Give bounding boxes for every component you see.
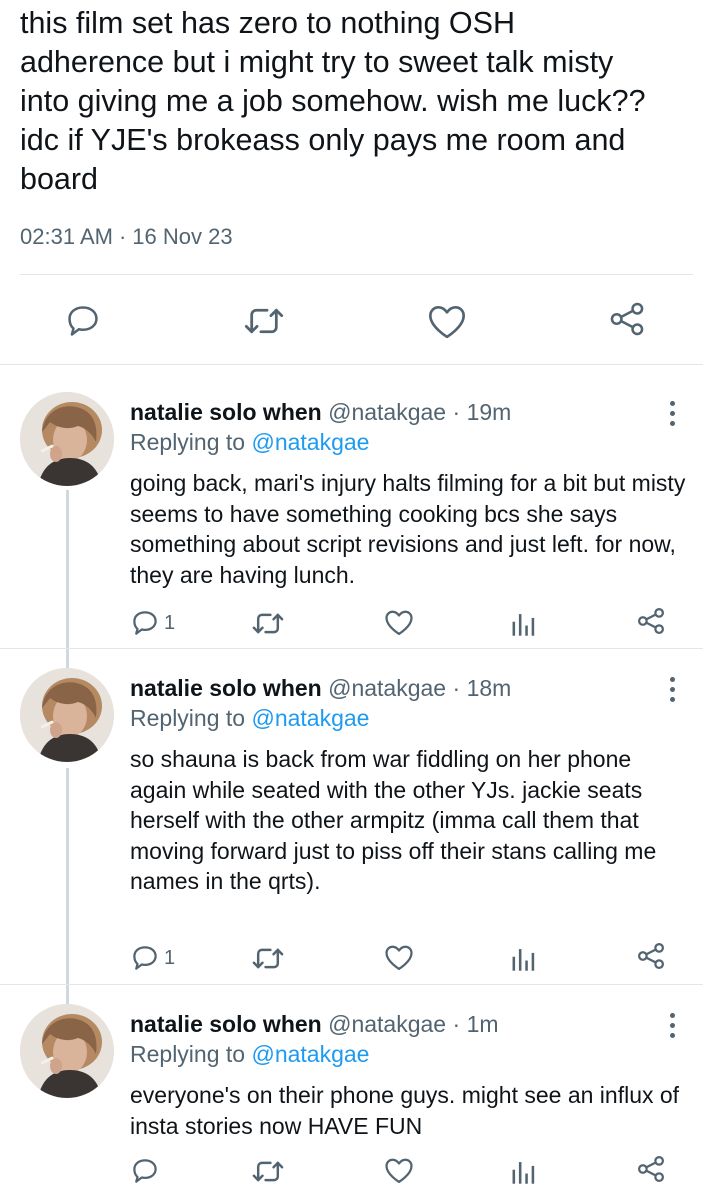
tweet-timestamp: 02:31 AM · 16 Nov 23 — [20, 224, 233, 250]
display-name[interactable]: natalie solo when — [130, 675, 322, 701]
analytics-button[interactable] — [511, 944, 537, 972]
like-icon — [429, 306, 465, 339]
reply-icon — [68, 306, 98, 336]
avatar-image — [20, 668, 114, 762]
avatar[interactable] — [20, 1004, 114, 1098]
reply-icon — [133, 1159, 157, 1183]
reply-count: 1 — [164, 611, 176, 634]
analytics-button[interactable] — [511, 609, 537, 637]
user-handle[interactable]: @natakgae — [328, 675, 446, 701]
like-icon — [385, 945, 413, 970]
divider — [20, 274, 693, 275]
replying-prefix: Replying to — [130, 705, 246, 731]
reply-time[interactable]: 19m — [467, 399, 512, 425]
replying-to-link[interactable]: @natakgae — [251, 429, 369, 455]
avatar[interactable] — [20, 392, 114, 486]
share-button[interactable] — [636, 1154, 666, 1184]
reply-icon — [133, 611, 157, 635]
replying-to: Replying to @natakgae — [130, 1041, 369, 1068]
tweet-date: 16 Nov 23 — [132, 224, 233, 249]
more-options-button[interactable] — [662, 398, 682, 432]
more-options-button[interactable] — [662, 674, 682, 708]
user-handle[interactable]: @natakgae — [328, 1011, 446, 1037]
like-button[interactable] — [384, 608, 414, 636]
share-button[interactable] — [636, 941, 666, 971]
retweet-button[interactable] — [244, 304, 284, 338]
retweet-icon — [252, 613, 284, 634]
retweet-icon — [252, 948, 284, 969]
header-separator: · — [452, 399, 461, 425]
user-handle[interactable]: @natakgae — [328, 399, 446, 425]
like-icon — [385, 1158, 413, 1183]
reply-button[interactable]: 1 — [130, 608, 175, 638]
tweet-text: this film set has zero to nothing OSH ad… — [20, 6, 646, 196]
reply-tweet[interactable]: natalie solo when @natakgae · 1m Replyin… — [0, 1004, 703, 1200]
reply-header: natalie solo when @natakgae · 1m — [130, 1010, 499, 1038]
reply-text: everyone's on their phone guys. might se… — [130, 1082, 680, 1139]
like-icon — [385, 610, 413, 635]
reply-button[interactable] — [64, 302, 102, 340]
reply-text: going back, mari's injury halts filming … — [130, 470, 686, 588]
tweet-action-bar — [0, 298, 703, 342]
retweet-icon — [244, 308, 284, 334]
divider — [0, 364, 703, 365]
like-button[interactable] — [427, 302, 467, 340]
retweet-button[interactable] — [252, 945, 284, 972]
like-button[interactable] — [384, 943, 414, 971]
divider — [0, 984, 703, 985]
analytics-icon — [512, 1162, 535, 1184]
avatar[interactable] — [20, 668, 114, 762]
display-name[interactable]: natalie solo when — [130, 1011, 322, 1037]
replying-to: Replying to @natakgae — [130, 429, 369, 456]
timestamp-separator: · — [118, 224, 127, 249]
reply-time[interactable]: 1m — [467, 1011, 499, 1037]
avatar-image — [20, 1004, 114, 1098]
replying-to-link[interactable]: @natakgae — [251, 705, 369, 731]
share-button[interactable] — [608, 300, 646, 338]
like-button[interactable] — [384, 1156, 414, 1184]
share-button[interactable] — [636, 606, 666, 636]
more-options-button[interactable] — [662, 1010, 682, 1044]
display-name[interactable]: natalie solo when — [130, 399, 322, 425]
analytics-button[interactable] — [511, 1157, 537, 1185]
replying-to-link[interactable]: @natakgae — [251, 1041, 369, 1067]
divider — [0, 648, 703, 649]
retweet-icon — [252, 1161, 284, 1182]
header-separator: · — [452, 1011, 461, 1037]
share-icon — [638, 608, 664, 634]
reply-header: natalie solo when @natakgae · 18m — [130, 674, 511, 702]
reply-icon — [133, 946, 157, 970]
more-icon — [669, 1013, 675, 1018]
retweet-button[interactable] — [252, 1158, 284, 1185]
more-icon — [669, 677, 675, 682]
reply-text: so shauna is back from war fiddling on h… — [130, 746, 657, 894]
reply-tweet[interactable]: natalie solo when @natakgae · 19m Replyi… — [0, 392, 703, 642]
share-icon — [638, 1156, 664, 1182]
tweet-time: 02:31 AM — [20, 224, 113, 249]
share-icon — [638, 943, 664, 969]
reply-count: 1 — [164, 946, 176, 969]
replying-prefix: Replying to — [130, 429, 246, 455]
analytics-icon — [512, 614, 535, 636]
retweet-button[interactable] — [252, 610, 284, 637]
header-separator: · — [452, 675, 461, 701]
avatar-image — [20, 392, 114, 486]
more-icon — [669, 401, 675, 406]
reply-button[interactable] — [130, 1156, 164, 1186]
replying-to: Replying to @natakgae — [130, 705, 369, 732]
replying-prefix: Replying to — [130, 1041, 246, 1067]
analytics-icon — [512, 949, 535, 971]
share-icon — [610, 302, 644, 336]
reply-tweet[interactable]: natalie solo when @natakgae · 18m Replyi… — [0, 668, 703, 978]
reply-time[interactable]: 18m — [467, 675, 512, 701]
reply-header: natalie solo when @natakgae · 19m — [130, 398, 511, 426]
reply-button[interactable]: 1 — [130, 943, 175, 973]
